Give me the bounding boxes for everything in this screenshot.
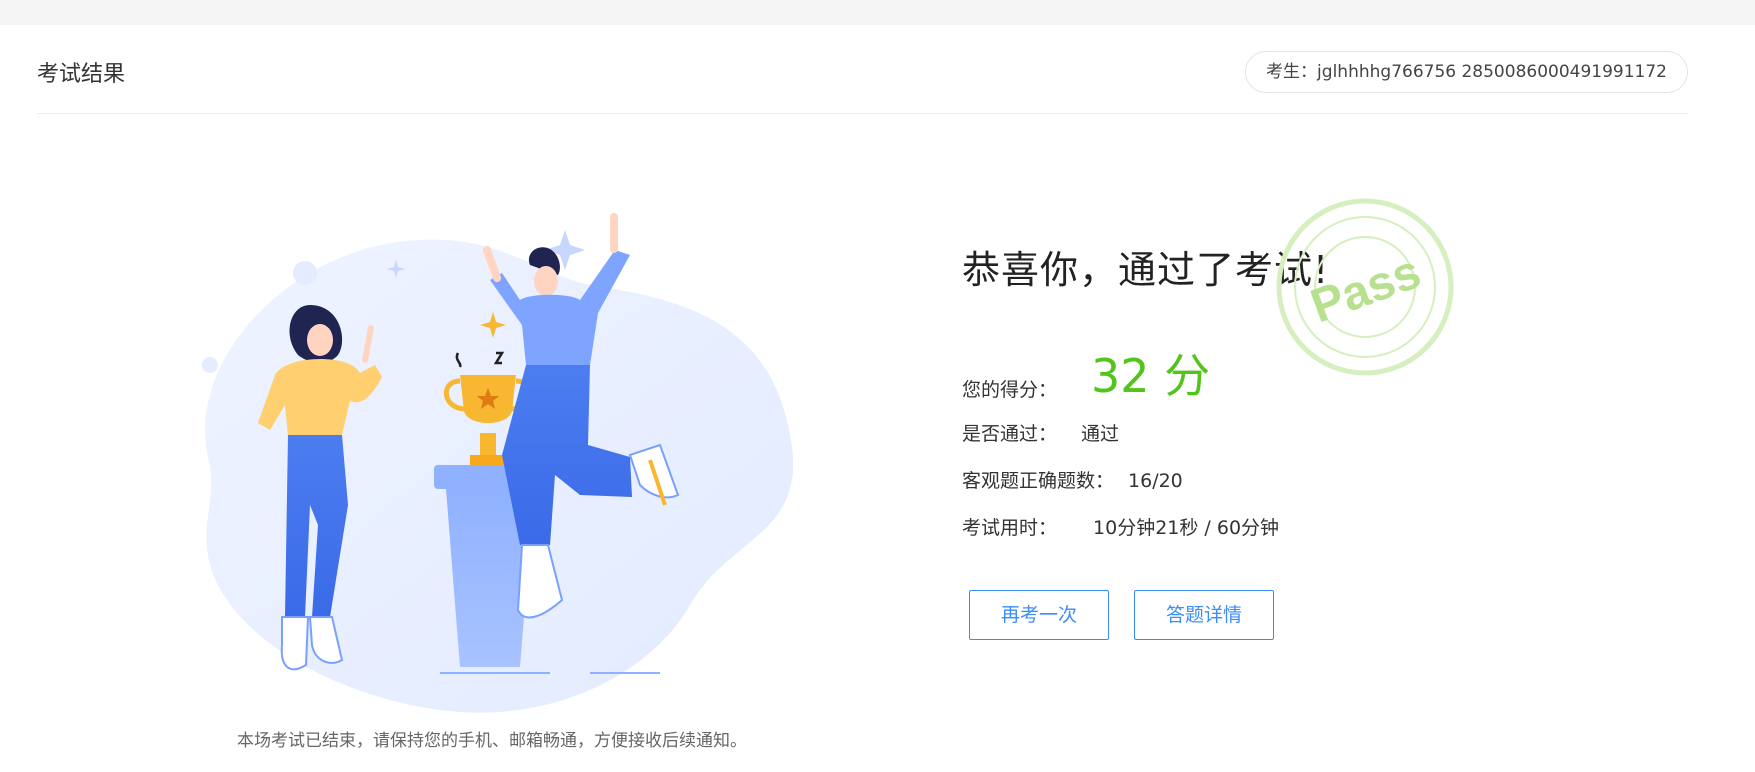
- pass-value: 通过: [1081, 423, 1120, 445]
- score-value: 32 分: [1091, 349, 1211, 403]
- pass-stamp-icon: Pass: [1275, 197, 1455, 377]
- celebration-illustration: [170, 205, 830, 725]
- time-value: 10分钟21秒 / 60分钟: [1093, 517, 1280, 539]
- page-title: 考试结果: [37, 62, 126, 87]
- pass-label: 是否通过：: [962, 423, 1058, 445]
- score-row: 您的得分： 32 分: [962, 340, 1210, 406]
- time-row: 考试用时： 10分钟21秒 / 60分钟: [962, 513, 1279, 540]
- objective-value: 16/20: [1128, 470, 1183, 492]
- time-label: 考试用时：: [962, 517, 1058, 539]
- result-panel: 恭喜你，通过了考试! Pass 您的得分： 32 分 是否通过： 通过 客观题正确题…: [962, 198, 1522, 655]
- objective-row: 客观题正确题数： 16/20: [962, 466, 1183, 493]
- retry-button[interactable]: 再考一次: [969, 590, 1109, 640]
- footer-note: 本场考试已结束，请保持您的手机、邮箱畅通，方便接收后续通知。: [237, 731, 747, 751]
- answer-details-button[interactable]: 答题详情: [1134, 590, 1274, 640]
- top-bar: [0, 0, 1755, 25]
- objective-label: 客观题正确题数：: [962, 470, 1115, 492]
- stamp-text: Pass: [1304, 245, 1427, 333]
- pass-row: 是否通过： 通过: [962, 419, 1119, 446]
- candidate-badge: 考生：jglhhhhg766756 2850086000491991172: [1245, 51, 1688, 93]
- page-header: 考试结果 考生：jglhhhhg766756 28500860004919911…: [37, 25, 1688, 114]
- score-label: 您的得分：: [962, 379, 1058, 401]
